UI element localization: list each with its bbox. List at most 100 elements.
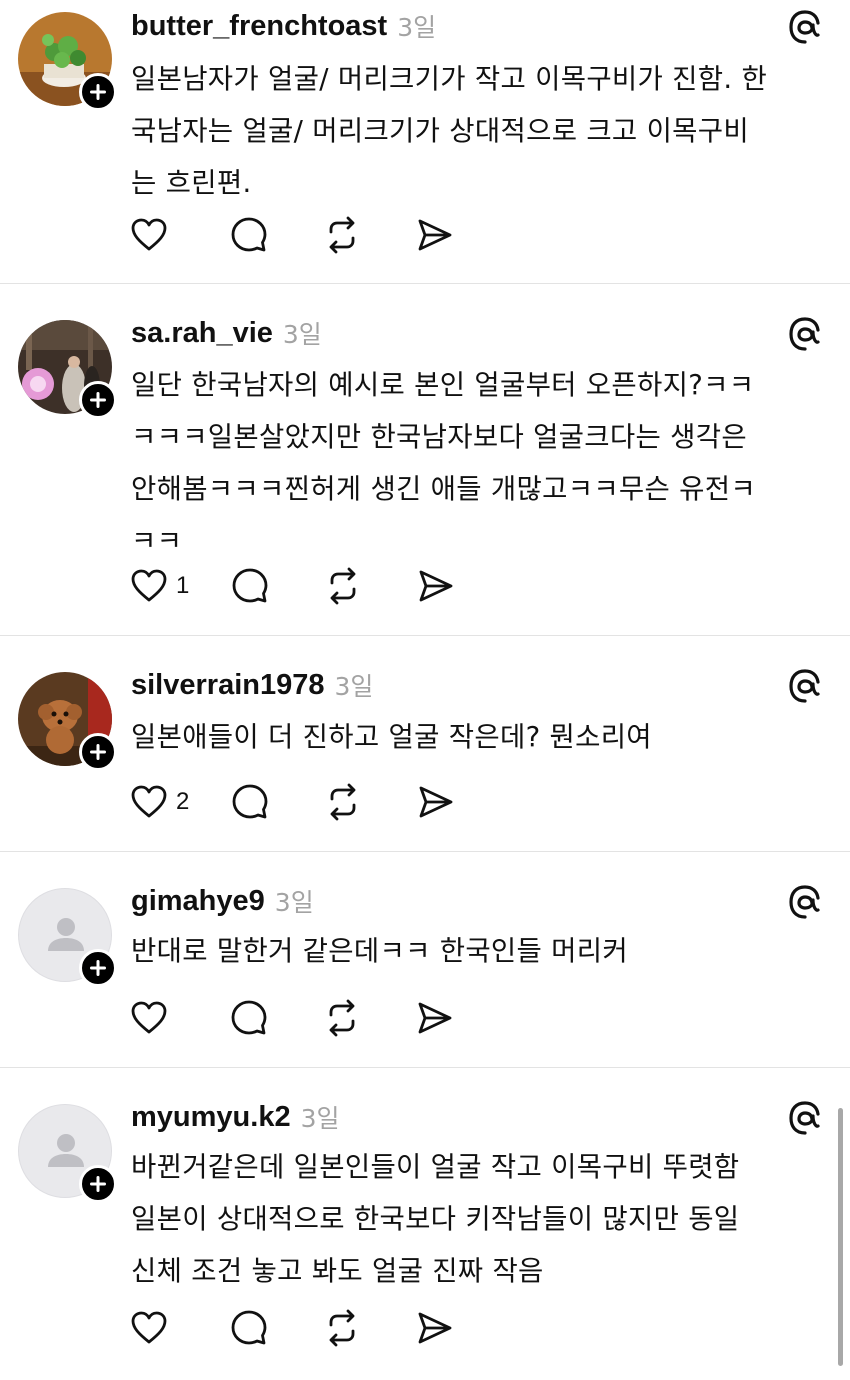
follow-button[interactable] (79, 73, 117, 111)
threads-logo-icon[interactable] (786, 667, 824, 705)
repost-button[interactable] (323, 782, 363, 822)
threads-reply-feed: butter_frenchtoast 3일 일본남자가 얼굴/ 머리크기가 작고… (0, 0, 850, 1380)
timestamp[interactable]: 3일 (334, 667, 373, 703)
reply-button[interactable] (230, 782, 270, 822)
like-button[interactable]: 1 (129, 566, 189, 606)
like-count: 1 (176, 572, 190, 599)
repost-button[interactable] (322, 1308, 362, 1348)
text-line: 일본애들이 더 진하고 얼굴 작은데? 뭔소리여 (131, 721, 652, 753)
share-button[interactable] (416, 782, 456, 822)
like-button[interactable]: 2 (129, 782, 189, 822)
share-button[interactable] (415, 1308, 455, 1348)
post-text: 일본남자가 얼굴/ 머리크기가 작고 이목구비가 진함. 한 국남자는 얼굴/ … (131, 53, 831, 209)
timestamp[interactable]: 3일 (283, 315, 322, 351)
post-text: 반대로 말한거 같은데ㅋㅋ 한국인들 머리커 (131, 925, 831, 977)
share-button[interactable] (415, 998, 455, 1038)
like-button[interactable] (129, 215, 176, 255)
repost-icon (329, 999, 355, 1037)
action-bar: 1 (129, 566, 509, 606)
reply-post: gimahye9 3일 반대로 말한거 같은데ㅋㅋ 한국인들 머리커 (0, 852, 850, 1068)
action-bar: 2 (129, 782, 509, 822)
action-bar (129, 998, 508, 1038)
heart-icon (131, 218, 167, 251)
follow-button[interactable] (79, 1165, 117, 1203)
threads-logo-icon[interactable] (786, 315, 824, 353)
repost-button[interactable] (322, 215, 362, 255)
heart-icon (131, 1311, 167, 1344)
reply-button[interactable] (229, 1308, 269, 1348)
repost-icon (330, 783, 356, 821)
text-line: 일본이 상대적으로 한국보다 키작남들이 많지만 동일 (131, 1203, 740, 1235)
reply-button[interactable] (230, 566, 270, 606)
share-button[interactable] (415, 215, 455, 255)
text-line: 일본남자가 얼굴/ 머리크기가 작고 이목구비가 진함. 한 (131, 63, 768, 95)
text-line: 는 흐린편. (131, 167, 252, 199)
avatar-container[interactable] (18, 672, 117, 771)
threads-logo-icon[interactable] (786, 1099, 824, 1137)
post-text: 일단 한국남자의 예시로 본인 얼굴부터 오픈하지?ㅋㅋ ㅋㅋㅋ일본살았지만 한… (131, 359, 831, 567)
repost-icon (329, 1309, 355, 1347)
reply-post: myumyu.k2 3일 바뀐거같은데 일본인들이 얼굴 작고 이목구비 뚜렷함… (0, 1068, 850, 1380)
follow-button[interactable] (79, 949, 117, 987)
repost-icon (330, 567, 356, 605)
comment-bubble-icon (232, 784, 268, 819)
follow-button[interactable] (79, 733, 117, 771)
threads-logo-icon[interactable] (786, 883, 824, 921)
threads-logo-icon[interactable] (786, 8, 824, 46)
text-line: 안해봄ㅋㅋㅋ찐허게 생긴 애들 개많고ㅋㅋ무슨 유전ㅋ (131, 473, 756, 505)
post-text: 바뀐거같은데 일본인들이 얼굴 작고 이목구비 뚜렷함 일본이 상대적으로 한국… (131, 1141, 831, 1297)
avatar-container[interactable] (18, 320, 117, 419)
send-icon (418, 1312, 452, 1344)
like-button[interactable] (129, 998, 176, 1038)
plus-icon (90, 960, 106, 976)
plus-icon (90, 84, 106, 100)
text-line: ㅋㅋ (131, 525, 183, 557)
reply-post: butter_frenchtoast 3일 일본남자가 얼굴/ 머리크기가 작고… (0, 0, 850, 284)
text-line: ㅋㅋㅋ일본살았지만 한국남자보다 얼굴크다는 생각은 (131, 421, 747, 453)
follow-button[interactable] (79, 381, 117, 419)
plus-icon (90, 1176, 106, 1192)
comment-bubble-icon (231, 217, 267, 252)
plus-icon (90, 392, 106, 408)
username[interactable]: myumyu.k2 (131, 1101, 291, 1134)
heart-icon (131, 1001, 167, 1034)
action-bar (129, 1308, 508, 1348)
comment-bubble-icon (231, 1310, 267, 1345)
send-icon (419, 570, 453, 602)
text-line: 국남자는 얼굴/ 머리크기가 상대적으로 크고 이목구비 (131, 115, 749, 147)
repost-button[interactable] (322, 998, 362, 1038)
timestamp[interactable]: 3일 (275, 883, 314, 919)
timestamp[interactable]: 3일 (397, 8, 436, 44)
username[interactable]: silverrain1978 (131, 669, 324, 702)
send-icon (418, 219, 452, 251)
plus-icon (90, 744, 106, 760)
send-icon (419, 786, 453, 818)
reply-button[interactable] (229, 215, 269, 255)
username[interactable]: gimahye9 (131, 885, 265, 918)
repost-button[interactable] (323, 566, 363, 606)
scrollbar[interactable] (838, 1108, 843, 1366)
send-icon (418, 1002, 452, 1034)
comment-bubble-icon (232, 568, 268, 603)
action-bar (129, 215, 508, 255)
reply-post: silverrain1978 3일 일본애들이 더 진하고 얼굴 작은데? 뭔소… (0, 636, 850, 852)
username[interactable]: butter_frenchtoast (131, 10, 387, 43)
share-button[interactable] (416, 566, 456, 606)
comment-bubble-icon (231, 1000, 267, 1035)
username[interactable]: sa.rah_vie (131, 317, 273, 350)
like-count: 2 (176, 788, 190, 815)
reply-post: sa.rah_vie 3일 일단 한국남자의 예시로 본인 얼굴부터 오픈하지?… (0, 284, 850, 636)
text-line: 바뀐거같은데 일본인들이 얼굴 작고 이목구비 뚜렷함 (131, 1151, 740, 1183)
avatar-container[interactable] (18, 888, 117, 987)
reply-button[interactable] (229, 998, 269, 1038)
text-line: 신체 조건 놓고 봐도 얼굴 진짜 작음 (131, 1255, 544, 1287)
text-line: 반대로 말한거 같은데ㅋㅋ 한국인들 머리커 (131, 935, 628, 967)
avatar-container[interactable] (18, 1104, 117, 1203)
heart-icon (131, 569, 167, 602)
text-line: 일단 한국남자의 예시로 본인 얼굴부터 오픈하지?ㅋㅋ (131, 369, 755, 401)
like-button[interactable] (129, 1308, 176, 1348)
post-text: 일본애들이 더 진하고 얼굴 작은데? 뭔소리여 (131, 711, 831, 763)
heart-icon (131, 785, 167, 818)
avatar-container[interactable] (18, 12, 117, 111)
timestamp[interactable]: 3일 (301, 1099, 340, 1135)
